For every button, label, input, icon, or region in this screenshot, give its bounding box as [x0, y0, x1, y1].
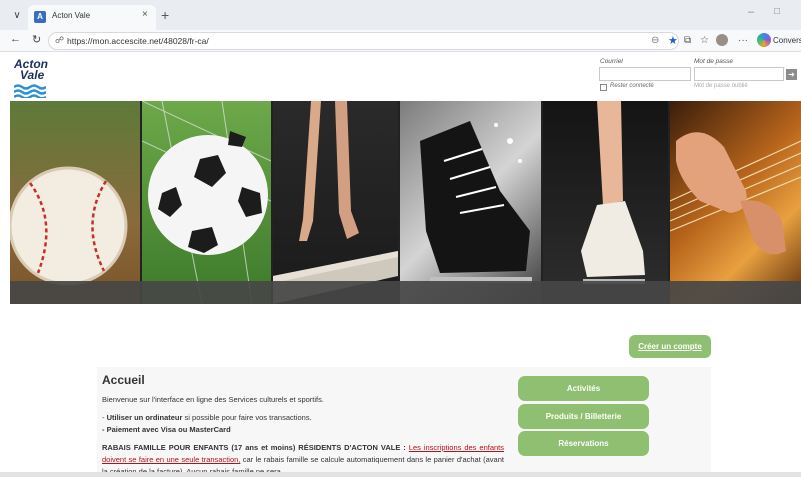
tab-title: Acton Vale [52, 11, 91, 20]
page-favicon-icon: A [34, 11, 46, 23]
restore-icon[interactable]: □ [774, 6, 780, 17]
copilot-label[interactable]: Conversati [773, 36, 801, 45]
bullet-computer: - Utiliser un ordinateur si possible pou… [102, 413, 312, 422]
reload-icon[interactable]: ↻ [32, 33, 41, 46]
browser-window: ∨ A Acton Vale × + – □ ← ↻ ☍ https://mon… [0, 0, 801, 477]
more-icon[interactable]: ··· [738, 35, 748, 46]
password-label: Mot de passe [694, 58, 734, 65]
close-tab-icon[interactable]: × [142, 9, 148, 20]
site-page: Acton Vale Courriel Mot de passe ➜ Reste… [0, 52, 801, 477]
reservations-button[interactable]: Réservations [518, 431, 649, 456]
waves-logo-icon [14, 84, 46, 98]
arrow-right-icon[interactable]: ➜ [786, 69, 797, 80]
soccer-ball-image [142, 101, 271, 304]
forgot-password-link[interactable]: Mot de passe oublié [694, 83, 748, 89]
chevron-down-icon[interactable]: ∨ [9, 8, 25, 24]
remember-label[interactable]: Rester connecté [610, 83, 654, 89]
address-bar[interactable]: ☍ https://mon.accescite.net/48028/fr-ca/… [48, 32, 679, 50]
url-text[interactable]: https://mon.accescite.net/48028/fr-ca/ [67, 36, 209, 46]
email-field[interactable] [599, 67, 691, 81]
gymnast-panel [273, 101, 398, 304]
hockey-skate-image [420, 121, 532, 283]
bottom-edge [0, 472, 801, 477]
navigation-bar: ← ↻ ☍ https://mon.accescite.net/48028/fr… [0, 30, 801, 52]
baseball-panel [10, 101, 140, 304]
collections-icon[interactable]: ☆ [700, 35, 709, 46]
bullet-computer-rest: si possible pour faire vos transactions. [182, 413, 312, 422]
guitar-panel [670, 101, 801, 304]
hockey-skate-panel [400, 101, 541, 304]
tab-strip: ∨ A Acton Vale × + – □ [0, 0, 801, 30]
lock-icon: ☍ [55, 35, 65, 45]
bullet-computer-bold: Utiliser un ordinateur [106, 413, 183, 422]
sports-banner [10, 101, 801, 304]
profile-avatar[interactable] [716, 34, 728, 46]
extensions-icon[interactable]: ⧉ [684, 35, 691, 46]
intro-text: Bienvenue sur l'interface en ligne des S… [102, 395, 324, 404]
bullet-payment: - Paiement avec Visa ou MasterCard [102, 425, 231, 434]
remember-checkbox[interactable] [600, 84, 607, 91]
zoom-icon[interactable]: ⊖ [651, 35, 659, 46]
gymnast-balance-beam-image [273, 101, 398, 304]
main-content: Accueil Bienvenue sur l'interface en lig… [97, 367, 711, 477]
activities-button[interactable]: Activités [518, 376, 649, 401]
copilot-icon[interactable] [757, 33, 771, 47]
new-tab-icon[interactable]: + [161, 7, 169, 23]
soccer-panel [142, 101, 271, 304]
password-field[interactable] [694, 67, 784, 81]
browser-tab[interactable]: A Acton Vale × [28, 5, 156, 30]
acton-vale-logo[interactable]: Acton Vale [14, 58, 50, 98]
figure-skate-image [581, 101, 645, 284]
minimize-icon[interactable]: – [748, 6, 754, 18]
page-title: Accueil [102, 373, 145, 387]
email-label: Courriel [600, 58, 623, 65]
banner-overlay-strip [10, 281, 801, 304]
products-ticketing-button[interactable]: Produits / Billetterie [518, 404, 649, 429]
favorite-star-icon[interactable]: ★ [668, 34, 678, 47]
logo-line2: Vale [20, 68, 45, 82]
baseball-image [10, 166, 128, 286]
create-account-button[interactable]: Créer un compte [629, 335, 711, 358]
back-icon[interactable]: ← [10, 33, 21, 45]
family-discount-bold: RABAIS FAMILLE POUR ENFANTS (17 ans et m… [102, 443, 409, 452]
figure-skate-panel [543, 101, 668, 304]
guitar-image [670, 132, 801, 255]
